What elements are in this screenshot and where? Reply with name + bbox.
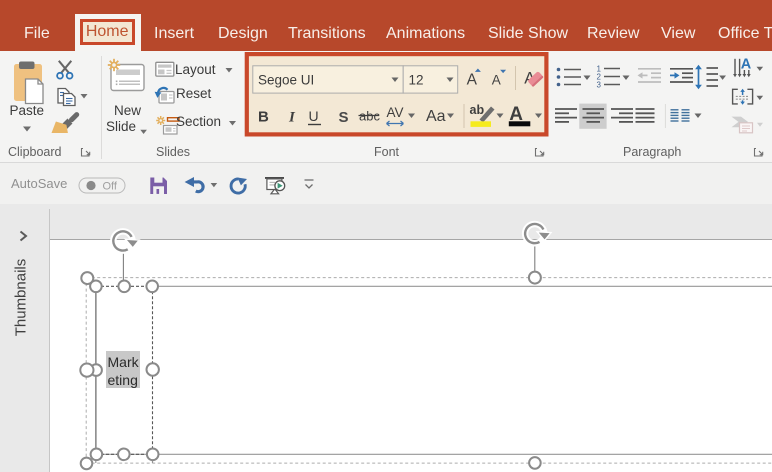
svg-text:U: U [309,108,319,124]
svg-text:AV: AV [387,105,404,120]
svg-text:Segoe UI: Segoe UI [258,73,314,88]
svg-text:B: B [258,109,269,126]
svg-text:A: A [741,57,752,73]
svg-text:Off: Off [103,181,118,193]
svg-text:ab: ab [470,103,485,117]
svg-text:3: 3 [597,81,602,90]
svg-text:12: 12 [409,73,424,88]
svg-text:S: S [339,109,349,126]
svg-text:A: A [492,73,501,88]
svg-text:Aa: Aa [426,108,446,125]
svg-text:A: A [467,72,478,89]
svg-text:I: I [288,110,296,126]
